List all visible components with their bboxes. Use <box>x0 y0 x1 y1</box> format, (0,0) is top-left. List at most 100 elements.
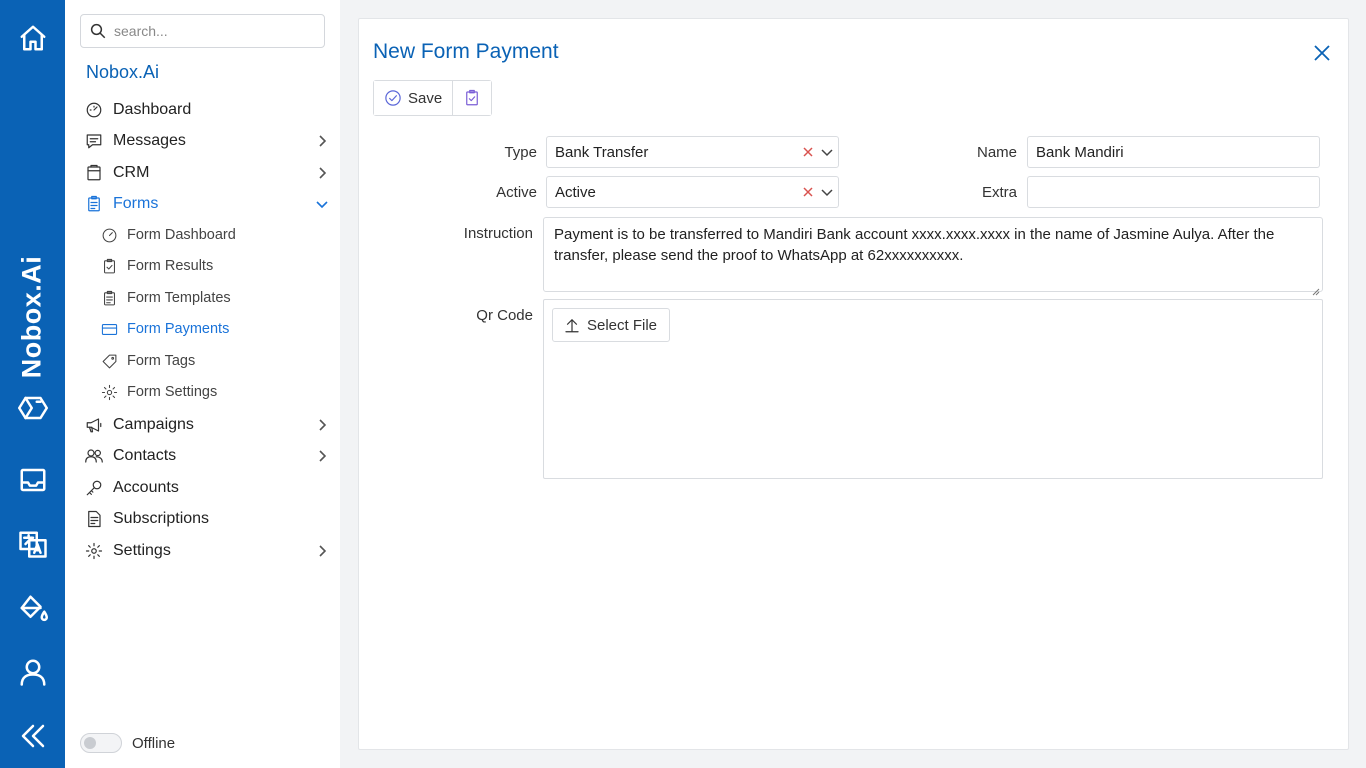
chevron-right-icon <box>315 544 329 558</box>
instruction-label: Instruction <box>463 225 533 242</box>
active-select[interactable]: Active <box>546 176 839 208</box>
clipboard-icon <box>84 194 104 214</box>
resize-grip-icon[interactable] <box>1312 281 1320 296</box>
close-icon[interactable] <box>1313 44 1331 62</box>
sidebar-item-form-settings[interactable]: Form Settings <box>99 379 319 405</box>
sidebar-item-messages[interactable]: Messages <box>84 127 329 155</box>
gauge-icon <box>99 225 119 245</box>
extra-input[interactable] <box>1027 176 1320 208</box>
clipboard-check-button[interactable] <box>452 81 492 115</box>
clipboard-list-icon <box>99 288 119 308</box>
save-label: Save <box>408 89 443 107</box>
qr-code-dropzone[interactable]: Select File <box>543 299 1323 479</box>
collapse-icon[interactable] <box>16 719 49 752</box>
status-label: Offline <box>132 734 176 752</box>
chevron-down-icon <box>315 197 329 211</box>
megaphone-icon <box>84 415 104 435</box>
select-file-button[interactable]: Select File <box>552 308 671 342</box>
form-panel: New Form Payment Save Type Bank Transfer… <box>358 18 1349 750</box>
clipboard-check-icon <box>466 89 479 106</box>
chevron-right-icon <box>315 134 329 148</box>
gauge-icon <box>84 100 104 120</box>
translate-icon[interactable] <box>16 527 49 560</box>
sidebar-item-label: Accounts <box>113 479 179 496</box>
online-toggle[interactable] <box>80 733 122 753</box>
name-value: Bank Mandiri <box>1036 143 1124 161</box>
nobox-logo-icon <box>16 391 49 424</box>
active-value: Active <box>555 183 596 201</box>
active-label: Active <box>496 184 537 201</box>
sidebar-item-contacts[interactable]: Contacts <box>84 442 329 470</box>
name-label: Name <box>976 144 1017 161</box>
sidebar-item-label: CRM <box>113 164 150 181</box>
sidebar-item-crm[interactable]: CRM <box>84 159 329 187</box>
gear-icon <box>99 382 119 402</box>
search-input[interactable] <box>114 23 314 39</box>
qr-code-label: Qr Code <box>476 307 533 324</box>
name-input[interactable]: Bank Mandiri <box>1027 136 1320 168</box>
sidebar-item-label: Form Settings <box>127 384 218 400</box>
sidebar-item-forms[interactable]: Forms <box>84 190 329 218</box>
sidebar-item-form-results[interactable]: Form Results <box>99 253 319 279</box>
sidebar-item-label: Settings <box>113 542 171 559</box>
sidebar-item-form-templates[interactable]: Form Templates <box>99 285 319 311</box>
sidebar-item-label: Form Tags <box>127 353 196 369</box>
sidebar-item-campaigns[interactable]: Campaigns <box>84 411 329 439</box>
select-file-label: Select File <box>587 316 658 334</box>
tag-icon <box>99 351 119 371</box>
chevron-down-icon[interactable] <box>820 145 834 159</box>
sidebar-item-subscriptions[interactable]: Subscriptions <box>84 505 329 533</box>
sidebar-item-label: Form Dashboard <box>127 227 236 243</box>
upload-icon <box>565 319 579 333</box>
search-icon <box>90 23 106 39</box>
sidebar-item-accounts[interactable]: Accounts <box>84 474 329 502</box>
search-box[interactable] <box>80 14 325 48</box>
chevron-right-icon <box>315 449 329 463</box>
extra-label: Extra <box>981 184 1017 201</box>
users-icon <box>84 446 104 466</box>
type-select[interactable]: Bank Transfer <box>546 136 839 168</box>
sidebar-item-label: Contacts <box>113 447 177 464</box>
sidebar-item-label: Dashboard <box>113 101 192 118</box>
sidebar-item-dashboard[interactable]: Dashboard <box>84 96 329 124</box>
sidebar: Nobox.Ai Dashboard Messages CRM Forms Fo… <box>65 0 340 768</box>
sidebar-item-label: Form Results <box>127 258 214 274</box>
home-icon[interactable] <box>16 21 49 54</box>
credit-card-icon <box>99 319 119 339</box>
message-icon <box>84 131 104 151</box>
sidebar-item-settings[interactable]: Settings <box>84 537 329 565</box>
clear-icon[interactable] <box>802 185 816 199</box>
chevron-down-icon[interactable] <box>820 185 834 199</box>
check-circle-icon <box>385 90 401 106</box>
sidebar-item-label: Subscriptions <box>113 510 210 527</box>
sidebar-item-label: Messages <box>113 132 186 149</box>
sidebar-item-label: Form Templates <box>127 290 231 306</box>
sidebar-item-label: Campaigns <box>113 416 194 433</box>
key-icon <box>84 478 104 498</box>
save-button[interactable]: Save <box>374 81 453 115</box>
box-icon <box>84 163 104 183</box>
chevron-right-icon <box>315 166 329 180</box>
document-icon <box>84 509 104 529</box>
sidebar-item-form-dashboard[interactable]: Form Dashboard <box>99 222 319 248</box>
user-icon[interactable] <box>16 655 49 688</box>
type-label: Type <box>504 144 537 161</box>
sidebar-item-label: Form Payments <box>127 321 230 337</box>
status-toggle-row: Offline <box>80 733 175 753</box>
instruction-textarea[interactable]: Payment is to be transferred to Mandiri … <box>543 217 1323 296</box>
gear-icon <box>84 541 104 561</box>
brand-vertical-text: Nobox.Ai <box>16 255 47 379</box>
paint-bucket-icon[interactable] <box>16 591 49 624</box>
chevron-right-icon <box>315 418 329 432</box>
toolbar: Save <box>373 80 493 116</box>
type-value: Bank Transfer <box>555 143 649 161</box>
icon-rail: Nobox.Ai <box>0 0 65 768</box>
instruction-value: Payment is to be transferred to Mandiri … <box>554 226 1275 264</box>
sidebar-item-form-tags[interactable]: Form Tags <box>99 348 319 374</box>
inbox-icon[interactable] <box>16 463 49 496</box>
sidebar-item-form-payments[interactable]: Form Payments <box>99 316 319 342</box>
page-title: New Form Payment <box>373 40 559 63</box>
clear-icon[interactable] <box>802 145 816 159</box>
clipboard-check-icon <box>99 256 119 276</box>
sidebar-item-label: Forms <box>113 195 159 212</box>
